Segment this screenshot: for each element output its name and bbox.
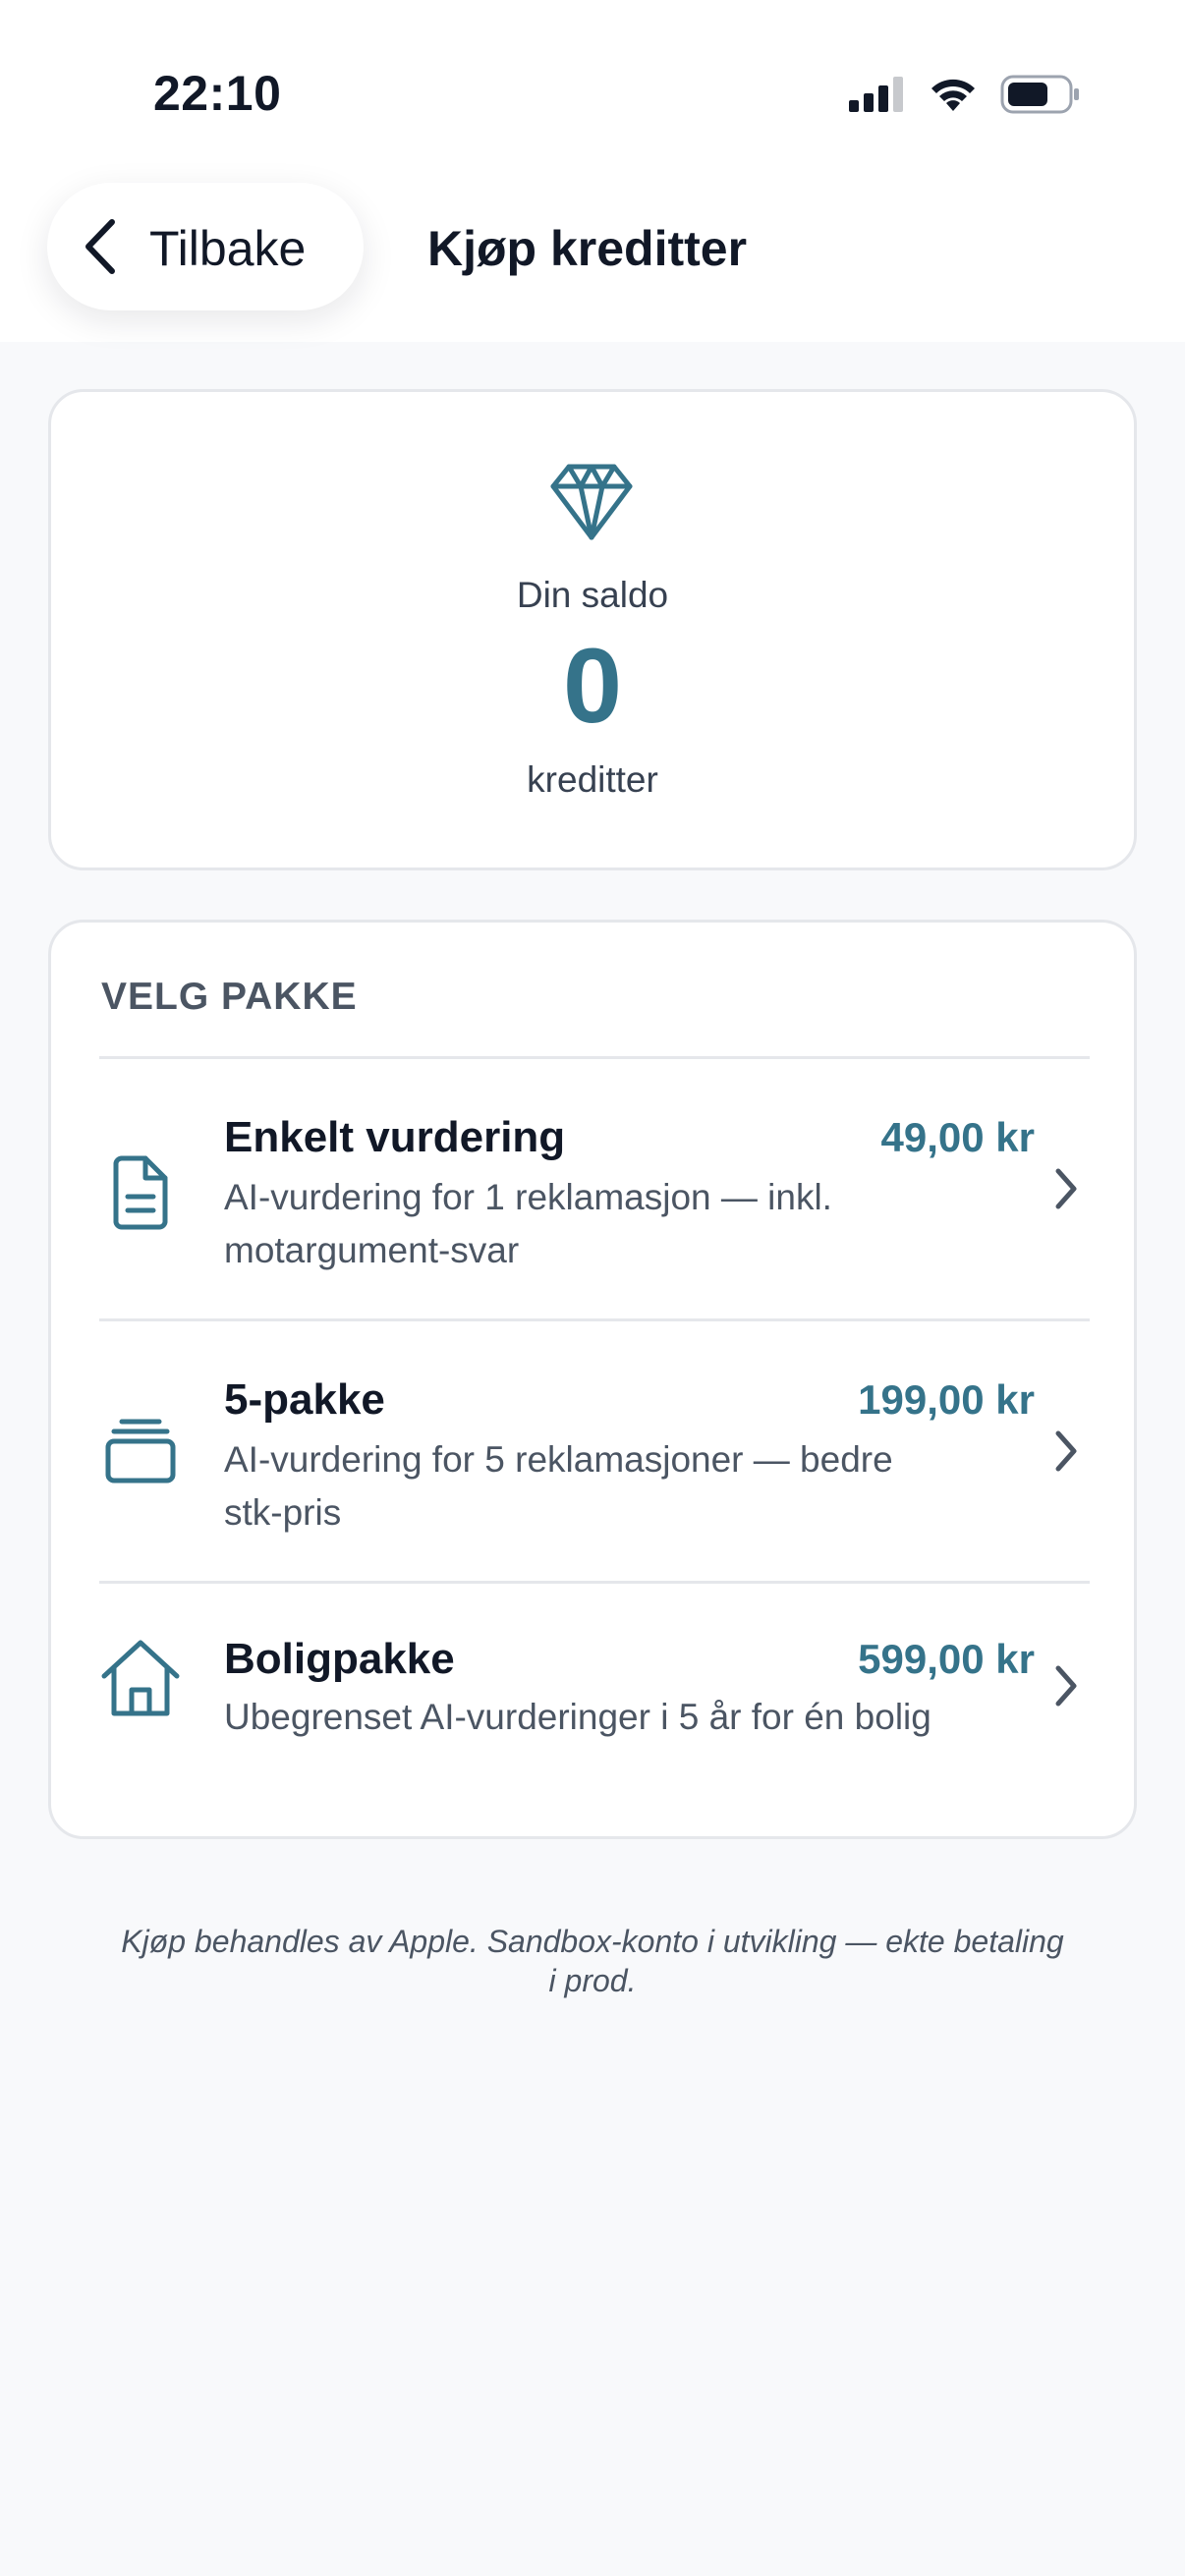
package-price: 599,00 kr [858,1636,1035,1682]
document-icon [113,1155,168,1230]
package-description: AI-vurdering for 5 reklamasjoner — bedre… [224,1439,893,1533]
package-name: 5-pakke [224,1375,385,1424]
package-price: 49,00 kr [880,1114,1035,1160]
balance-card: Din saldo 0 kreditter [48,389,1137,870]
navigation-bar: Tilbake Kjøp kreditter [0,177,1185,342]
diamond-icon [550,464,633,540]
footer-note: Kjøp behandles av Apple. Sandbox-konto i… [121,1924,1064,1998]
stack-icon [105,1419,176,1484]
package-row-enkelt-vurdering[interactable]: Enkelt vurdering 49,00 kr AI-vurdering f… [51,1059,1134,1318]
package-row-boligpakke[interactable]: Boligpakke 599,00 kr Ubegrenset AI-vurde… [51,1584,1134,1800]
balance-label: Din saldo [516,575,669,615]
package-name: Enkelt vurdering [224,1113,566,1161]
page-title: Kjøp kreditter [427,221,748,276]
battery-icon [1000,75,1079,114]
packages-card: VELG PAKKE Enkelt vurdering 49,00 kr AI-… [48,920,1137,1839]
chevron-left-icon [85,219,115,274]
balance-unit: kreditter [527,759,658,800]
package-name: Boligpakke [224,1635,455,1683]
package-description: AI-vurdering for 1 reklamasjon — inkl. m… [224,1177,832,1270]
wifi-icon [931,79,975,111]
house-icon [101,1640,180,1716]
back-button[interactable]: Tilbake [47,183,364,310]
chevron-right-icon [1055,1168,1077,1209]
package-row-5-pakke[interactable]: 5-pakke 199,00 kr AI-vurdering for 5 rek… [51,1321,1134,1581]
back-button-label: Tilbake [149,221,307,276]
status-icons [849,75,1081,114]
status-bar: 22:10 [0,0,1185,177]
section-title: VELG PAKKE [101,976,358,1018]
package-price: 199,00 kr [858,1376,1035,1423]
balance-value: 0 [562,626,623,745]
chevron-right-icon [1055,1430,1077,1472]
status-time: 22:10 [153,66,282,121]
cellular-signal-icon [849,77,903,112]
package-description: Ubegrenset AI-vurderinger i 5 år for én … [224,1697,931,1737]
chevron-right-icon [1055,1665,1077,1707]
